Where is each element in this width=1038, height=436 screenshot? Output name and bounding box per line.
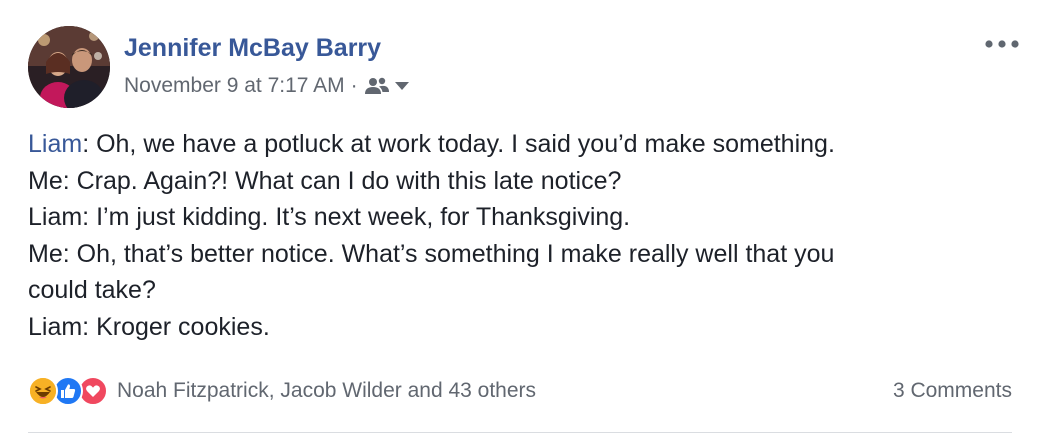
friends-icon[interactable] [364,76,390,96]
divider [28,432,1012,433]
mention-link[interactable]: Liam [28,130,82,158]
avatar-photo [28,26,110,108]
reaction-icons[interactable] [28,376,108,406]
post-line: Me: Oh, that’s better notice. What’s som… [28,239,835,268]
author-avatar[interactable] [28,26,110,108]
chevron-down-icon[interactable] [394,81,410,91]
reactions-bar: Noah Fitzpatrick, Jacob Wilder and 43 ot… [28,374,1012,408]
post-line: Liam: Kroger cookies. [28,312,270,341]
haha-icon [28,376,58,406]
post-timestamp[interactable]: November 9 at 7:17 AM [124,74,345,98]
meta-separator: · [350,74,358,97]
author-name[interactable]: Jennifer McBay Barry [124,34,381,63]
more-options-button[interactable] [983,32,1021,56]
post-line-text: : Oh, we have a potluck at work today. I… [82,130,835,158]
comments-count-link[interactable]: 3 Comments [893,379,1012,403]
post-line: could take? [28,276,156,304]
post-line: Liam: Oh, we have a potluck at work toda… [28,126,1008,163]
post-meta: November 9 at 7:17 AM · [124,74,410,98]
reactors-summary[interactable]: Noah Fitzpatrick, Jacob Wilder and 43 ot… [117,379,536,403]
post-line: Liam: I’m just kidding. It’s next week, … [28,203,631,231]
post-text: Liam: Oh, we have a potluck at work toda… [28,126,1008,345]
post-card: Jennifer McBay Barry November 9 at 7:17 … [0,0,1038,436]
more-options-icon [985,40,1019,48]
post-line: Me: Crap. Again?! What can I do with thi… [28,166,622,195]
